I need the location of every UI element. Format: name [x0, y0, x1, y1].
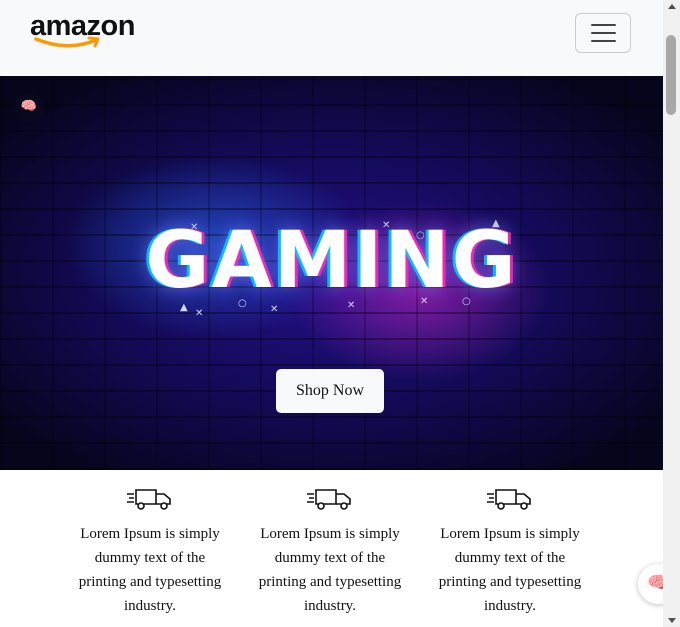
amazon-logo[interactable]: amazon	[30, 10, 135, 52]
feature-text: Lorem Ipsum is simply dummy text of the …	[438, 526, 582, 614]
feature-text: Lorem Ipsum is simply dummy text of the …	[78, 526, 222, 614]
hero-banner: 🧠 ✕ ✕ ○ ▲ ▲ ✕ ○ ✕ ✕ ✕ ○ GAMING Shop Now	[0, 76, 663, 470]
navbar-toggler-button[interactable]	[575, 13, 631, 53]
hamburger-icon	[591, 24, 616, 26]
smile-arrow-icon	[34, 36, 100, 48]
shop-now-button[interactable]: Shop Now	[276, 369, 384, 413]
navbar: amazon	[0, 0, 663, 76]
page-scrollbar[interactable]	[663, 0, 680, 627]
brain-icon: 🧠	[20, 99, 38, 114]
feature-item: Lorem Ipsum is simply dummy text of the …	[60, 470, 240, 618]
hero-badge[interactable]: 🧠	[14, 93, 44, 123]
hero-title: GAMING	[145, 216, 518, 306]
delivery-truck-icon	[127, 489, 171, 510]
scroll-up-arrow-icon[interactable]	[668, 4, 676, 9]
feature-item: Lorem Ipsum is simply dummy text of the …	[240, 470, 420, 618]
sparkle-icon: ✕	[195, 308, 204, 319]
delivery-truck-icon	[487, 489, 531, 510]
feature-text: Lorem Ipsum is simply dummy text of the …	[258, 526, 402, 614]
scroll-down-arrow-icon[interactable]	[668, 618, 676, 623]
delivery-truck-icon	[307, 489, 351, 510]
feature-item: Lorem Ipsum is simply dummy text of the …	[420, 470, 600, 618]
scroll-thumb[interactable]	[666, 35, 676, 115]
features-section: Lorem Ipsum is simply dummy text of the …	[60, 470, 600, 627]
